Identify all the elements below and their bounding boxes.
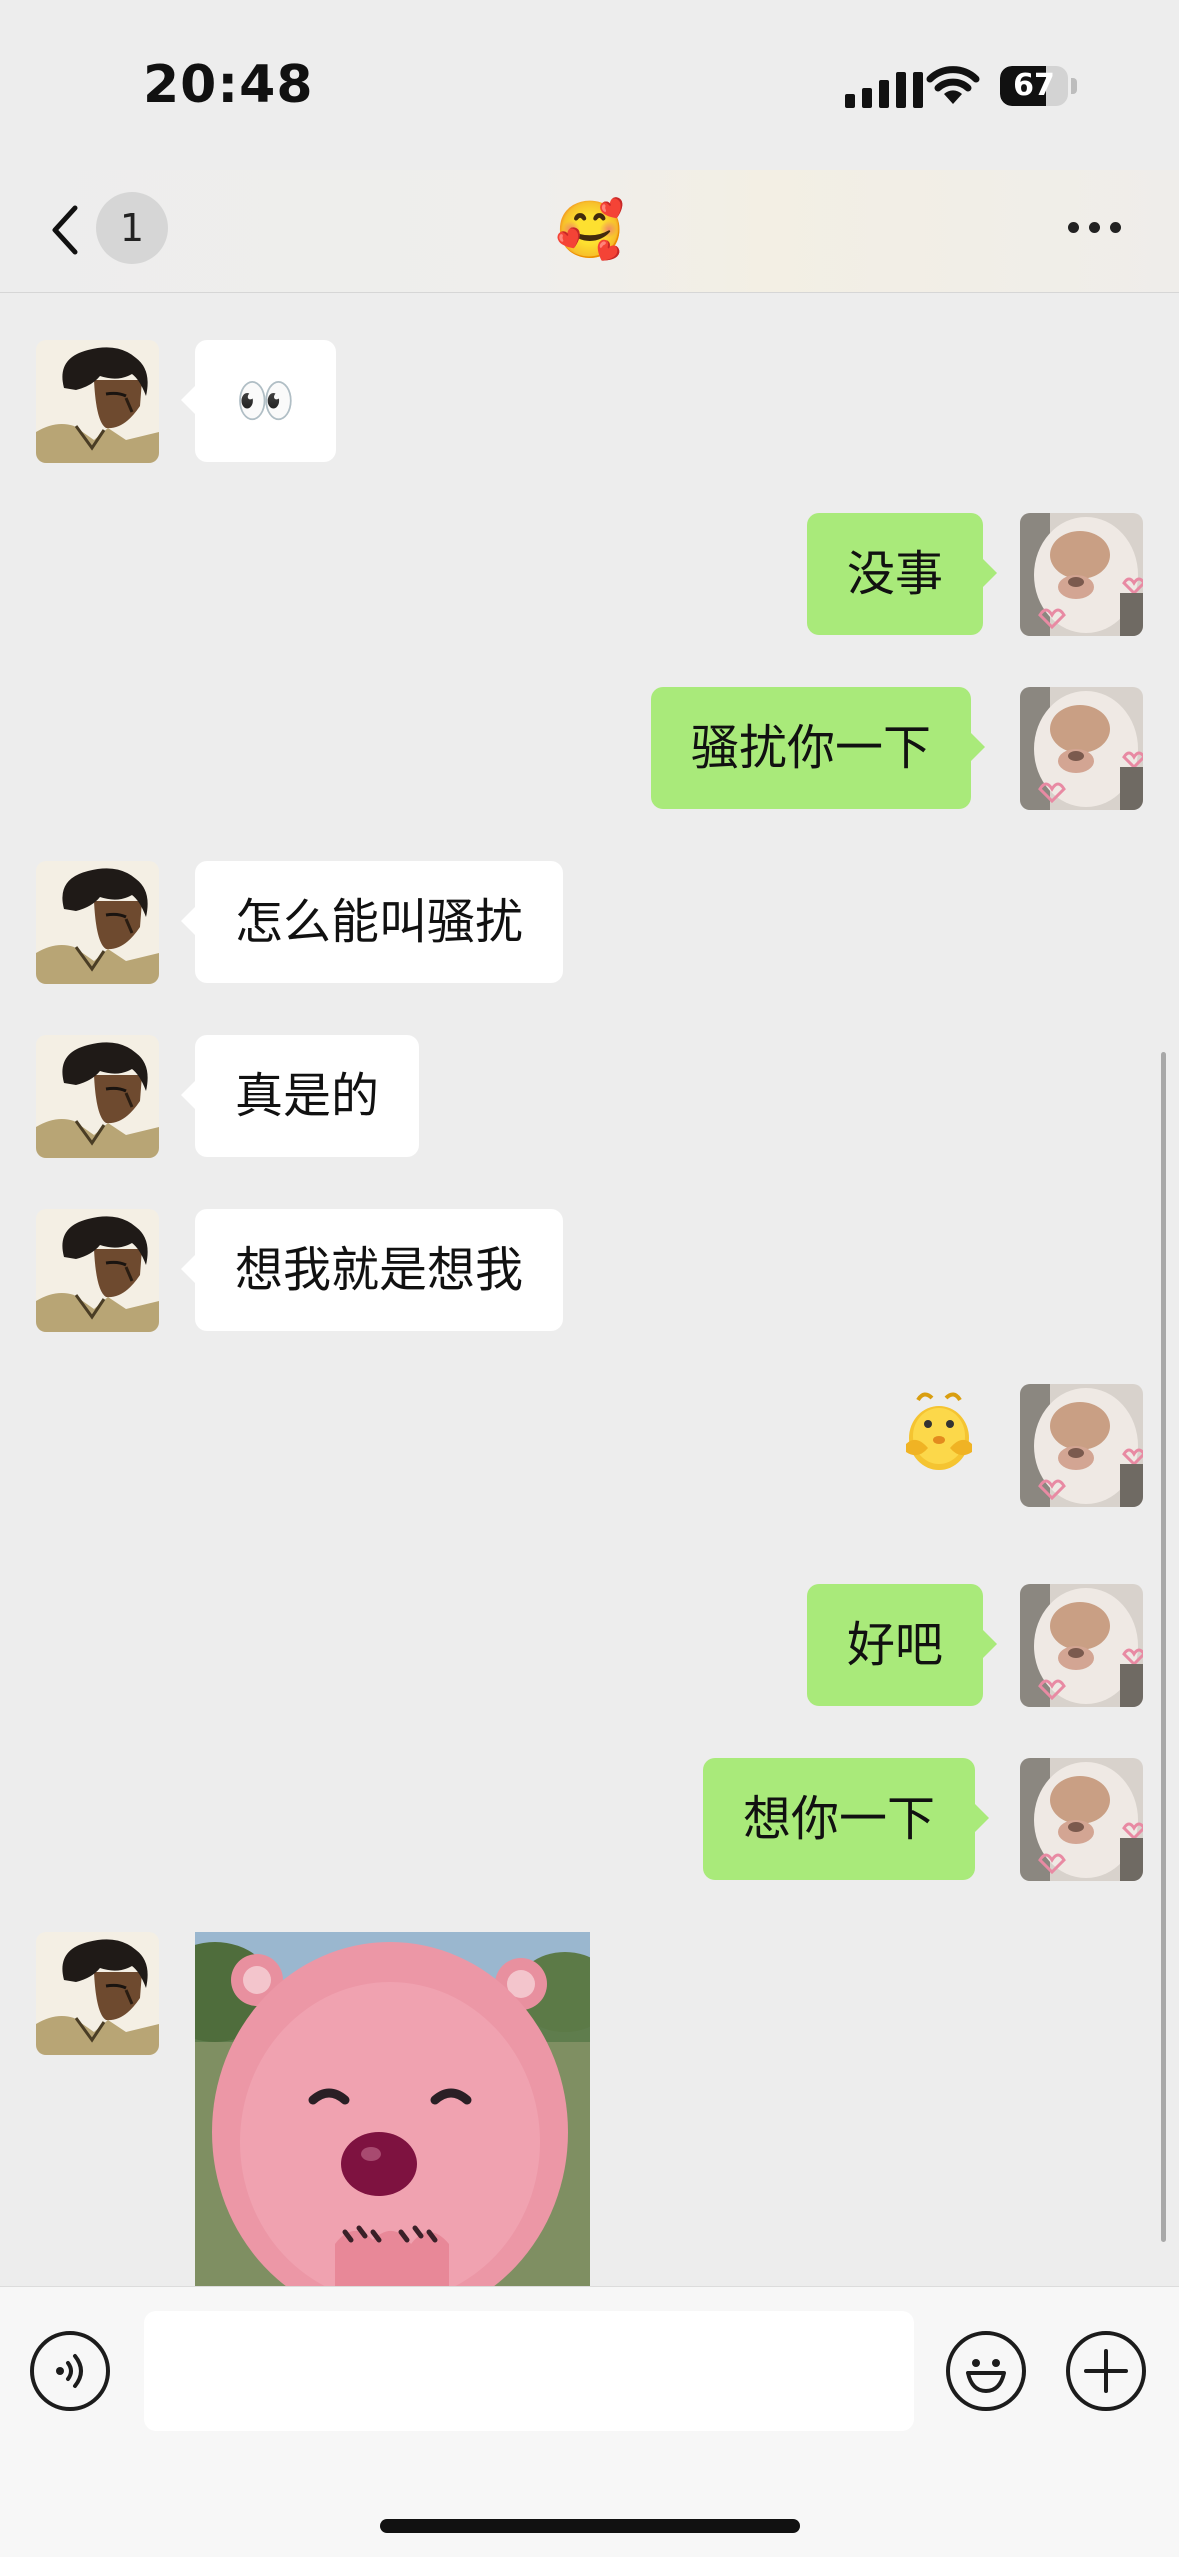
message-input[interactable] [144, 2311, 914, 2431]
scrollbar[interactable] [1161, 1052, 1166, 2242]
message-bubble-outgoing[interactable]: 好吧 [807, 1584, 998, 1706]
battery-percent: 67 [1013, 68, 1055, 103]
wifi-icon [926, 66, 980, 104]
chat-title[interactable]: 🥰 [550, 196, 630, 266]
thinking-chick-sticker[interactable] [896, 1384, 982, 1474]
status-time: 20:48 [143, 55, 314, 115]
my-avatar[interactable] [1020, 1384, 1143, 1507]
my-avatar[interactable] [1020, 1758, 1143, 1881]
home-indicator [380, 2519, 800, 2533]
message-bubble-outgoing[interactable]: 没事 [807, 513, 998, 635]
my-avatar[interactable] [1020, 513, 1143, 636]
emoji-icon[interactable] [946, 2331, 1026, 2411]
message-bubble-incoming[interactable]: 怎么能叫骚扰 [180, 861, 564, 983]
message-bubble-incoming[interactable]: 真是的 [180, 1035, 420, 1157]
message-bubble-outgoing[interactable]: 想你一下 [703, 1758, 990, 1880]
contact-avatar[interactable] [36, 1932, 159, 2055]
status-bar: 20:48 67 [0, 0, 1179, 170]
my-avatar[interactable] [1020, 1584, 1143, 1707]
unread-count-badge[interactable]: 1 [96, 192, 168, 264]
battery-tip [1071, 78, 1077, 94]
contact-avatar[interactable] [36, 861, 159, 984]
chat-header: 1 🥰 [0, 170, 1179, 293]
cellular-signal-icon [845, 68, 923, 108]
my-avatar[interactable] [1020, 687, 1143, 810]
contact-avatar[interactable] [36, 1209, 159, 1332]
input-bar [0, 2286, 1179, 2557]
message-bubble-incoming[interactable]: 👀 [181, 340, 336, 462]
contact-avatar[interactable] [36, 340, 159, 463]
pink-beaver-sticker[interactable] [195, 1932, 590, 2286]
battery-icon: 67 [1000, 66, 1068, 106]
message-bubble-incoming[interactable]: 想我就是想我 [180, 1209, 564, 1331]
contact-avatar[interactable] [36, 1035, 159, 1158]
voice-icon[interactable] [30, 2331, 110, 2411]
more-dots-icon[interactable] [1068, 222, 1121, 233]
message-bubble-outgoing[interactable]: 骚扰你一下 [651, 687, 986, 809]
chevron-left-icon[interactable] [45, 200, 85, 260]
plus-icon[interactable] [1066, 2331, 1146, 2411]
